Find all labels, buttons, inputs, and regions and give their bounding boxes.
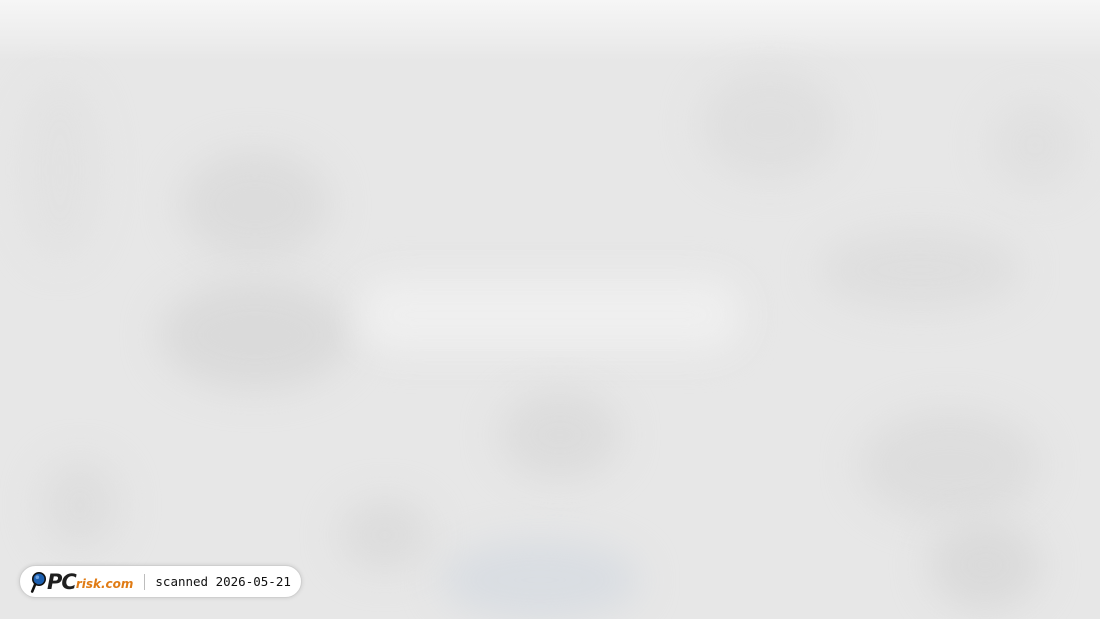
- blurred-content-block: [990, 100, 1080, 190]
- blurred-content-block: [820, 230, 1020, 310]
- blurred-content-block: [700, 70, 840, 180]
- badge-divider: [144, 573, 146, 590]
- logo-domain-text: risk.com: [75, 577, 134, 591]
- blurred-content-block: [340, 500, 430, 570]
- scan-info: scanned 2026-05-21: [155, 574, 290, 589]
- blurred-content-block: [930, 520, 1040, 610]
- blurred-content-block: [160, 280, 350, 390]
- blurred-content-block: [860, 410, 1040, 520]
- blurred-content-block: [360, 280, 740, 350]
- blurred-header-bar: [0, 0, 1100, 60]
- blurred-content-block: [20, 80, 100, 260]
- pcrisk-logo: PC risk.com: [30, 570, 133, 594]
- scan-label: scanned: [155, 574, 209, 589]
- blurred-content-block: [440, 540, 640, 619]
- magnifier-icon: [30, 570, 48, 594]
- blurred-page: PC risk.com scanned 2026-05-21: [0, 0, 1100, 619]
- blurred-content-block: [500, 390, 620, 480]
- blurred-content-block: [40, 460, 120, 550]
- blurred-content-block: [180, 150, 330, 260]
- logo-brand-text: PC: [47, 569, 77, 594]
- scan-badge: PC risk.com scanned 2026-05-21: [19, 565, 302, 598]
- scan-date: 2026-05-21: [215, 574, 291, 589]
